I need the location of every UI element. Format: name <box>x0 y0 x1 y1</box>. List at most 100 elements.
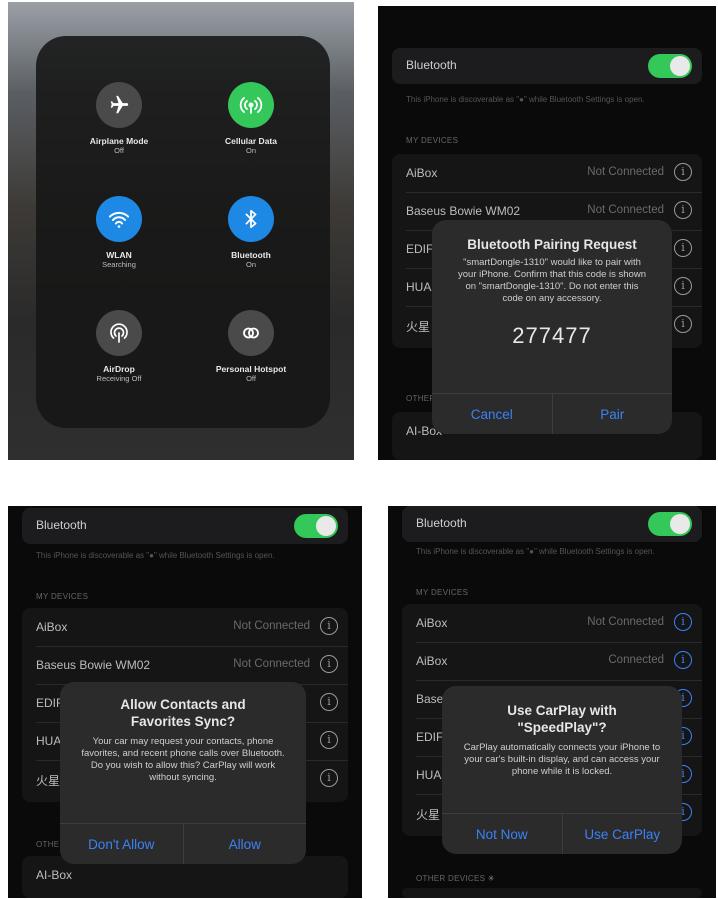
info-icon[interactable]: i <box>674 315 692 333</box>
personal-hotspot-toggle[interactable]: Personal Hotspot Off <box>186 310 316 384</box>
dialog-buttons: Not Now Use CarPlay <box>442 813 682 854</box>
device-name: Baseus Bowie WM02 <box>36 658 151 672</box>
device-name: EDIF <box>406 242 434 256</box>
info-icon[interactable]: i <box>674 651 692 669</box>
info-icon[interactable]: i <box>674 613 692 631</box>
cellular-data-label: Cellular Data <box>225 136 277 146</box>
connectivity-module: Airplane Mode Off Cellular Data On WLAN … <box>36 36 330 428</box>
wlan-toggle[interactable]: WLAN Searching <box>54 196 184 270</box>
contacts-sync-screenshot: Bluetooth This iPhone is discoverable as… <box>8 506 362 898</box>
other-devices-label: OTHER DEVICES <box>416 874 486 883</box>
device-name: Base <box>416 692 444 706</box>
discoverable-text: This iPhone is discoverable as "●" while… <box>36 551 275 560</box>
airplane-icon <box>96 82 142 128</box>
device-name: 火星 <box>36 774 61 788</box>
control-center-screenshot: Airplane Mode Off Cellular Data On WLAN … <box>8 2 354 460</box>
device-row[interactable]: AiBox Not Connected i <box>406 154 702 193</box>
wlan-label: WLAN <box>106 250 132 260</box>
device-name: 火星 <box>416 808 441 822</box>
other-devices-list <box>402 888 702 898</box>
device-status: Not Connected <box>587 204 664 216</box>
personal-hotspot-status: Off <box>246 374 256 383</box>
dialog-buttons: Don't Allow Allow <box>60 823 306 864</box>
dialog-title: Bluetooth Pairing Request <box>467 237 637 252</box>
pairing-request-dialog: Bluetooth Pairing Request "smartDongle-1… <box>432 220 672 434</box>
bluetooth-icon <box>228 196 274 242</box>
info-icon[interactable]: i <box>674 163 692 181</box>
device-status: Connected <box>608 654 664 666</box>
info-icon[interactable]: i <box>674 201 692 219</box>
device-name: AiBox <box>406 166 438 180</box>
bluetooth-label: Bluetooth <box>231 250 271 260</box>
my-devices-header: MY DEVICES <box>416 588 469 597</box>
info-icon[interactable]: i <box>320 731 338 749</box>
info-icon[interactable]: i <box>320 655 338 673</box>
airdrop-icon <box>96 310 142 356</box>
dialog-message: CarPlay automatically connects your iPho… <box>463 742 661 777</box>
my-devices-header: MY DEVICES <box>406 136 459 145</box>
device-row[interactable]: AiBox Connected i <box>416 642 702 681</box>
other-devices-header: OTHE <box>36 840 60 849</box>
airplane-mode-toggle[interactable]: Airplane Mode Off <box>54 82 184 156</box>
hotspot-link-icon <box>228 310 274 356</box>
dialog-message: Your car may request your contacts, phon… <box>81 736 285 783</box>
info-icon[interactable]: i <box>320 617 338 635</box>
carplay-dialog: Use CarPlay with "SpeedPlay"? CarPlay au… <box>442 686 682 854</box>
info-icon[interactable]: i <box>320 769 338 787</box>
cellular-data-toggle[interactable]: Cellular Data On <box>186 82 316 156</box>
device-status: Not Connected <box>233 658 310 670</box>
device-row[interactable]: Baseus Bowie WM02 Not Connected i <box>36 646 348 685</box>
device-name: HUA <box>36 734 62 748</box>
device-status: Not Connected <box>233 620 310 632</box>
device-status: Not Connected <box>587 616 664 628</box>
dialog-buttons: Cancel Pair <box>432 393 672 434</box>
device-name: Baseus Bowie WM02 <box>406 204 521 218</box>
info-icon[interactable]: i <box>674 277 692 295</box>
device-name: AiBox <box>416 616 448 630</box>
info-icon[interactable]: i <box>674 239 692 257</box>
bluetooth-setting-row: Bluetooth <box>392 48 702 84</box>
bluetooth-setting-row: Bluetooth <box>22 508 348 544</box>
bluetooth-switch[interactable] <box>648 54 692 78</box>
device-name: HUA <box>406 280 432 294</box>
contacts-sync-dialog: Allow Contacts and Favorites Sync? Your … <box>60 682 306 864</box>
dont-allow-button[interactable]: Don't Allow <box>60 824 184 864</box>
device-row[interactable]: AiBox Not Connected i <box>36 608 348 647</box>
my-devices-header: MY DEVICES <box>36 592 89 601</box>
device-name: 火星 <box>406 320 431 334</box>
info-icon[interactable]: i <box>320 693 338 711</box>
discoverable-text: This iPhone is discoverable as "●" while… <box>406 95 645 104</box>
pair-button[interactable]: Pair <box>553 394 673 434</box>
dialog-title: Use CarPlay with "SpeedPlay"? <box>507 703 617 735</box>
dialog-title: Allow Contacts and Favorites Sync? <box>120 697 246 729</box>
loading-spinner-icon: ✳ <box>487 874 495 883</box>
airplane-mode-status: Off <box>114 146 124 155</box>
bluetooth-setting-label: Bluetooth <box>416 516 467 530</box>
device-name: EDIF <box>416 730 444 744</box>
airplane-mode-label: Airplane Mode <box>89 136 149 146</box>
other-devices-header: OTHER DEVICES ✳ <box>416 874 495 883</box>
pairing-code: 277477 <box>512 323 592 348</box>
use-carplay-button[interactable]: Use CarPlay <box>563 814 683 854</box>
bluetooth-switch[interactable] <box>648 512 692 536</box>
airdrop-toggle[interactable]: AirDrop Receiving Off <box>54 310 184 384</box>
bluetooth-switch[interactable] <box>294 514 338 538</box>
airdrop-label: AirDrop <box>103 364 135 374</box>
wlan-status: Searching <box>102 260 136 269</box>
bluetooth-setting-label: Bluetooth <box>36 518 87 532</box>
device-status: Not Connected <box>587 166 664 178</box>
airdrop-status: Receiving Off <box>96 374 142 383</box>
cancel-button[interactable]: Cancel <box>432 394 553 434</box>
device-row[interactable]: AiBox Not Connected i <box>416 604 702 643</box>
bluetooth-setting-row: Bluetooth <box>402 506 702 542</box>
bluetooth-setting-label: Bluetooth <box>406 58 457 72</box>
dialog-message: "smartDongle-1310" would like to pair wi… <box>458 257 646 304</box>
allow-button[interactable]: Allow <box>184 824 307 864</box>
device-name: AI-Box <box>36 868 73 882</box>
device-name: HUA <box>416 768 442 782</box>
bluetooth-toggle[interactable]: Bluetooth On <box>186 196 316 270</box>
cellular-antenna-icon <box>228 82 274 128</box>
device-name: AiBox <box>36 620 68 634</box>
discoverable-text: This iPhone is discoverable as "●" while… <box>416 547 655 556</box>
not-now-button[interactable]: Not Now <box>442 814 563 854</box>
